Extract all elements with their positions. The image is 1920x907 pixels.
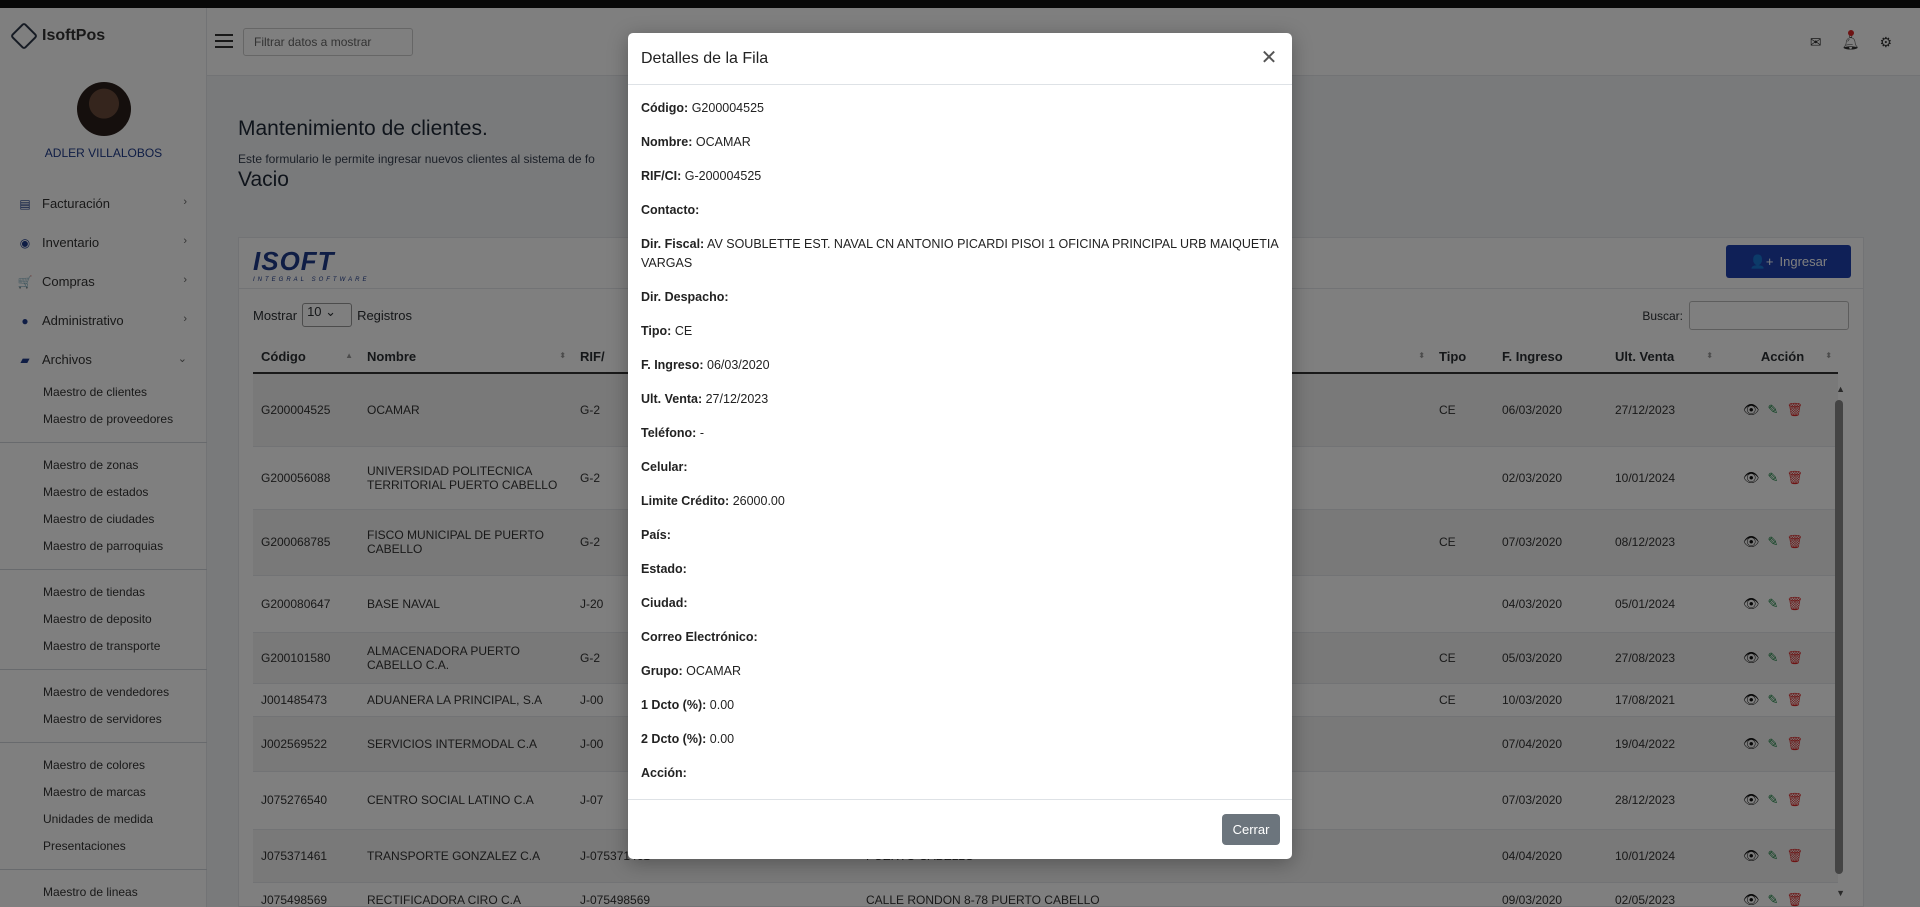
- detail-field-value: -: [699, 426, 704, 440]
- row-details-modal: Detalles de la Fila ✕ Código: G200004525…: [628, 33, 1292, 859]
- detail-field: Estado:: [641, 560, 1279, 579]
- detail-field: F. Ingreso: 06/03/2020: [641, 356, 1279, 375]
- detail-field: Grupo: OCAMAR: [641, 662, 1279, 681]
- detail-field: 1 Dcto (%): 0.00: [641, 696, 1279, 715]
- detail-field-label: Estado:: [641, 562, 687, 576]
- modal-title: Detalles de la Fila: [641, 49, 769, 67]
- detail-field-label: 1 Dcto (%):: [641, 698, 707, 712]
- detail-field-label: Contacto:: [641, 203, 700, 217]
- detail-field: Ult. Venta: 27/12/2023: [641, 390, 1279, 409]
- detail-field-value: 0.00: [709, 698, 735, 712]
- detail-field-label: RIF/CI:: [641, 169, 682, 183]
- detail-field-label: Correo Electrónico:: [641, 630, 758, 644]
- detail-field-label: Nombre:: [641, 135, 693, 149]
- detail-field: Teléfono: -: [641, 424, 1279, 443]
- detail-field-value: G200004525: [691, 101, 764, 115]
- detail-field-label: Acción:: [641, 766, 687, 780]
- detail-field-value: CE: [674, 324, 693, 338]
- detail-field-label: País:: [641, 528, 671, 542]
- detail-field-value: 06/03/2020: [707, 358, 770, 372]
- detail-field-label: Ciudad:: [641, 596, 688, 610]
- detail-field-label: F. Ingreso:: [641, 358, 704, 372]
- detail-field: Tipo: CE: [641, 322, 1279, 341]
- detail-field-label: Código:: [641, 101, 689, 115]
- detail-field: Ciudad:: [641, 594, 1279, 613]
- detail-field: Celular:: [641, 458, 1279, 477]
- detail-field: Limite Crédito: 26000.00: [641, 492, 1279, 511]
- detail-field: Código: G200004525: [641, 99, 1279, 118]
- detail-field: Correo Electrónico:: [641, 628, 1279, 647]
- detail-field: Nombre: OCAMAR: [641, 133, 1279, 152]
- detail-field-value: 27/12/2023: [705, 392, 769, 406]
- close-icon[interactable]: ✕: [1258, 47, 1280, 69]
- detail-field-label: Limite Crédito:: [641, 494, 730, 508]
- detail-field: País:: [641, 526, 1279, 545]
- detail-field-label: 2 Dcto (%):: [641, 732, 707, 746]
- detail-field-value: 26000.00: [732, 494, 785, 508]
- detail-field-label: Teléfono:: [641, 426, 697, 440]
- detail-field-value: AV SOUBLETTE EST. NAVAL CN ANTONIO PICAR…: [641, 237, 1278, 270]
- detail-field-label: Dir. Despacho:: [641, 290, 729, 304]
- detail-field-label: Ult. Venta:: [641, 392, 703, 406]
- detail-field-label: Tipo:: [641, 324, 672, 338]
- detail-field-label: Grupo:: [641, 664, 683, 678]
- detail-field-label: Dir. Fiscal:: [641, 237, 705, 251]
- modal-header: Detalles de la Fila ✕: [628, 33, 1292, 85]
- detail-field: Dir. Despacho:: [641, 288, 1279, 307]
- detail-field: Contacto:: [641, 201, 1279, 220]
- detail-field: Dir. Fiscal: AV SOUBLETTE EST. NAVAL CN …: [641, 235, 1279, 273]
- detail-field-label: Celular:: [641, 460, 688, 474]
- detail-field-value: 0.00: [709, 732, 735, 746]
- detail-field: RIF/CI: G-200004525: [641, 167, 1279, 186]
- close-button[interactable]: Cerrar: [1222, 814, 1280, 845]
- detail-field: 2 Dcto (%): 0.00: [641, 730, 1279, 749]
- modal-footer: Cerrar: [628, 799, 1292, 859]
- modal-body: Código: G200004525 Nombre: OCAMAR RIF/CI: …: [628, 85, 1292, 812]
- detail-field-value: OCAMAR: [695, 135, 751, 149]
- detail-field-value: G-200004525: [684, 169, 762, 183]
- detail-field-value: OCAMAR: [686, 664, 742, 678]
- detail-field: Acción:: [641, 764, 1279, 783]
